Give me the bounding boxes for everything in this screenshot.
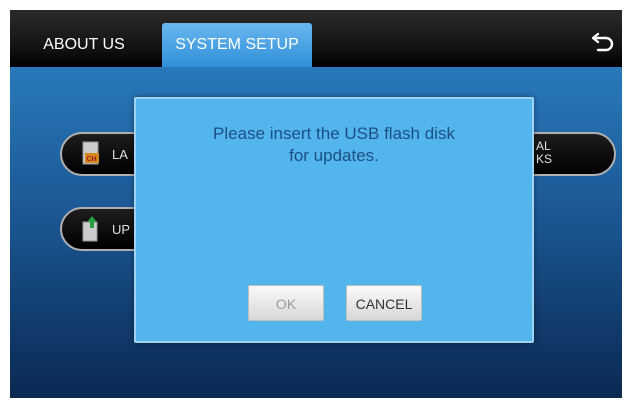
tab-about-us[interactable]: ABOUT US [28,23,140,67]
dialog-message: Please insert the USB flash disk for upd… [213,124,455,165]
top-bar: ABOUT US SYSTEM SETUP [10,10,622,67]
tab-system-setup[interactable]: SYSTEM SETUP [162,23,312,67]
ok-button[interactable]: OK [248,285,324,321]
device-screen: ABOUT US SYSTEM SETUP CH LA UP AL KS Ple… [10,10,622,398]
cancel-button[interactable]: CANCEL [346,285,422,321]
back-arrow-icon[interactable] [590,30,616,52]
usb-prompt-dialog: Please insert the USB flash disk for upd… [134,97,534,343]
